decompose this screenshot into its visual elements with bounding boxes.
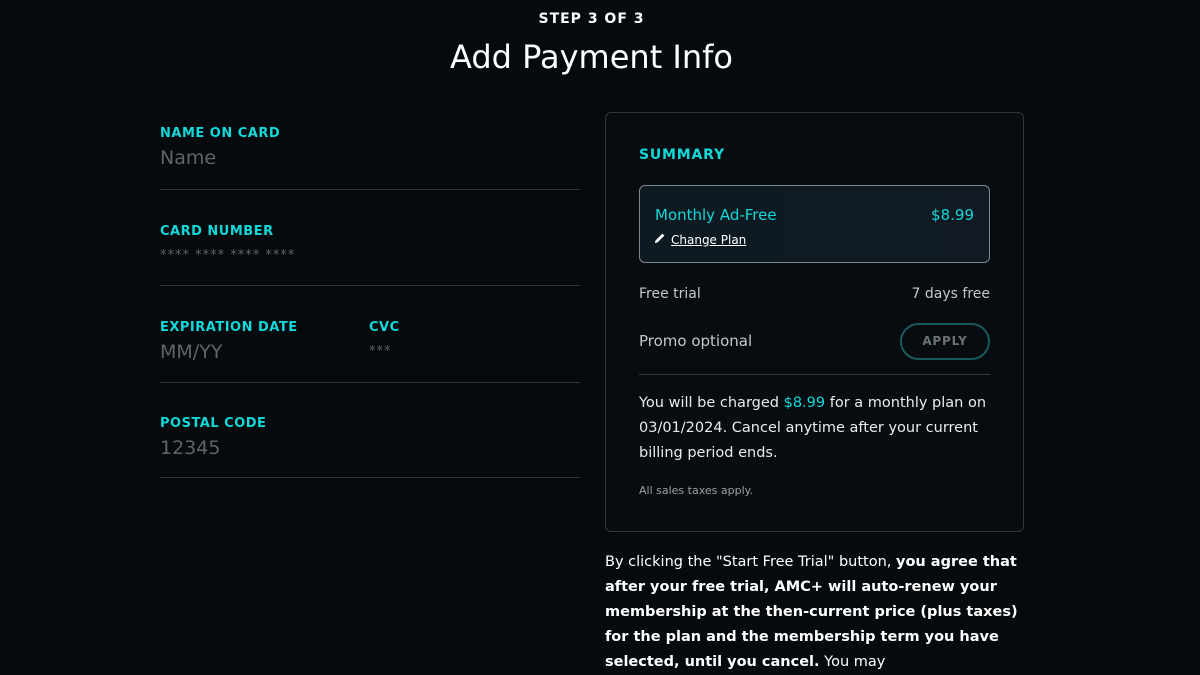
card-number-input[interactable]: **** **** **** ****	[160, 248, 580, 263]
plan-price: $8.99	[931, 206, 974, 224]
apply-promo-button[interactable]: APPLY	[900, 322, 990, 360]
postal-field-group: POSTAL CODE 12345	[160, 383, 580, 478]
name-on-card-label: NAME ON CARD	[160, 126, 281, 141]
card-number-label: CARD NUMBER	[160, 224, 274, 239]
free-trial-row: Free trial 7 days free	[639, 286, 990, 302]
promo-code-input[interactable]: Promo optional	[639, 332, 752, 350]
card-number-field-group: CARD NUMBER **** **** **** ****	[160, 190, 580, 286]
charge-amount: $8.99	[783, 395, 826, 411]
pencil-icon	[654, 232, 666, 247]
tax-note: All sales taxes apply.	[639, 484, 754, 497]
charge-notice: You will be charged $8.99 for a monthly …	[639, 391, 990, 466]
legal-text-start: By clicking the "Start Free Trial" butto…	[605, 554, 897, 570]
legal-disclaimer: By clicking the "Start Free Trial" butto…	[605, 550, 1035, 675]
change-plan-label: Change Plan	[671, 232, 747, 247]
expiration-date-input[interactable]: MM/YY	[160, 341, 369, 363]
page-title: Add Payment Info	[450, 38, 733, 76]
plan-name: Monthly Ad-Free	[655, 206, 777, 224]
step-indicator: STEP 3 OF 3	[538, 11, 645, 27]
free-trial-label: Free trial	[639, 286, 701, 302]
legal-text-end: You may	[819, 654, 886, 670]
selected-plan-box: Monthly Ad-Free $8.99 Change Plan	[639, 185, 990, 263]
promo-row: Promo optional APPLY	[639, 322, 990, 360]
postal-code-label: POSTAL CODE	[160, 416, 267, 431]
legal-text-bold: you agree that after your free trial, AM…	[605, 554, 1018, 670]
name-on-card-input[interactable]: Name	[160, 147, 580, 169]
payment-form: NAME ON CARD Name CARD NUMBER **** **** …	[160, 126, 580, 478]
expiration-date-label: EXPIRATION DATE	[160, 320, 298, 335]
name-field-group: NAME ON CARD Name	[160, 126, 580, 190]
exp-cvc-row: EXPIRATION DATE MM/YY CVC ***	[160, 286, 580, 383]
summary-heading: SUMMARY	[639, 147, 725, 163]
cvc-label: CVC	[369, 320, 400, 335]
cvc-field-group: CVC ***	[369, 320, 578, 382]
postal-code-input[interactable]: 12345	[160, 437, 580, 459]
change-plan-link[interactable]: Change Plan	[654, 232, 746, 247]
summary-divider	[639, 374, 990, 375]
expiration-field-group: EXPIRATION DATE MM/YY	[160, 320, 369, 382]
free-trial-value: 7 days free	[911, 286, 990, 302]
cvc-input[interactable]: ***	[369, 344, 578, 359]
payment-page: STEP 3 OF 3 Add Payment Info NAME ON CAR…	[0, 0, 1200, 675]
charge-text-start: You will be charged	[639, 395, 784, 411]
summary-card: SUMMARY Monthly Ad-Free $8.99 Change Pla…	[605, 112, 1024, 532]
